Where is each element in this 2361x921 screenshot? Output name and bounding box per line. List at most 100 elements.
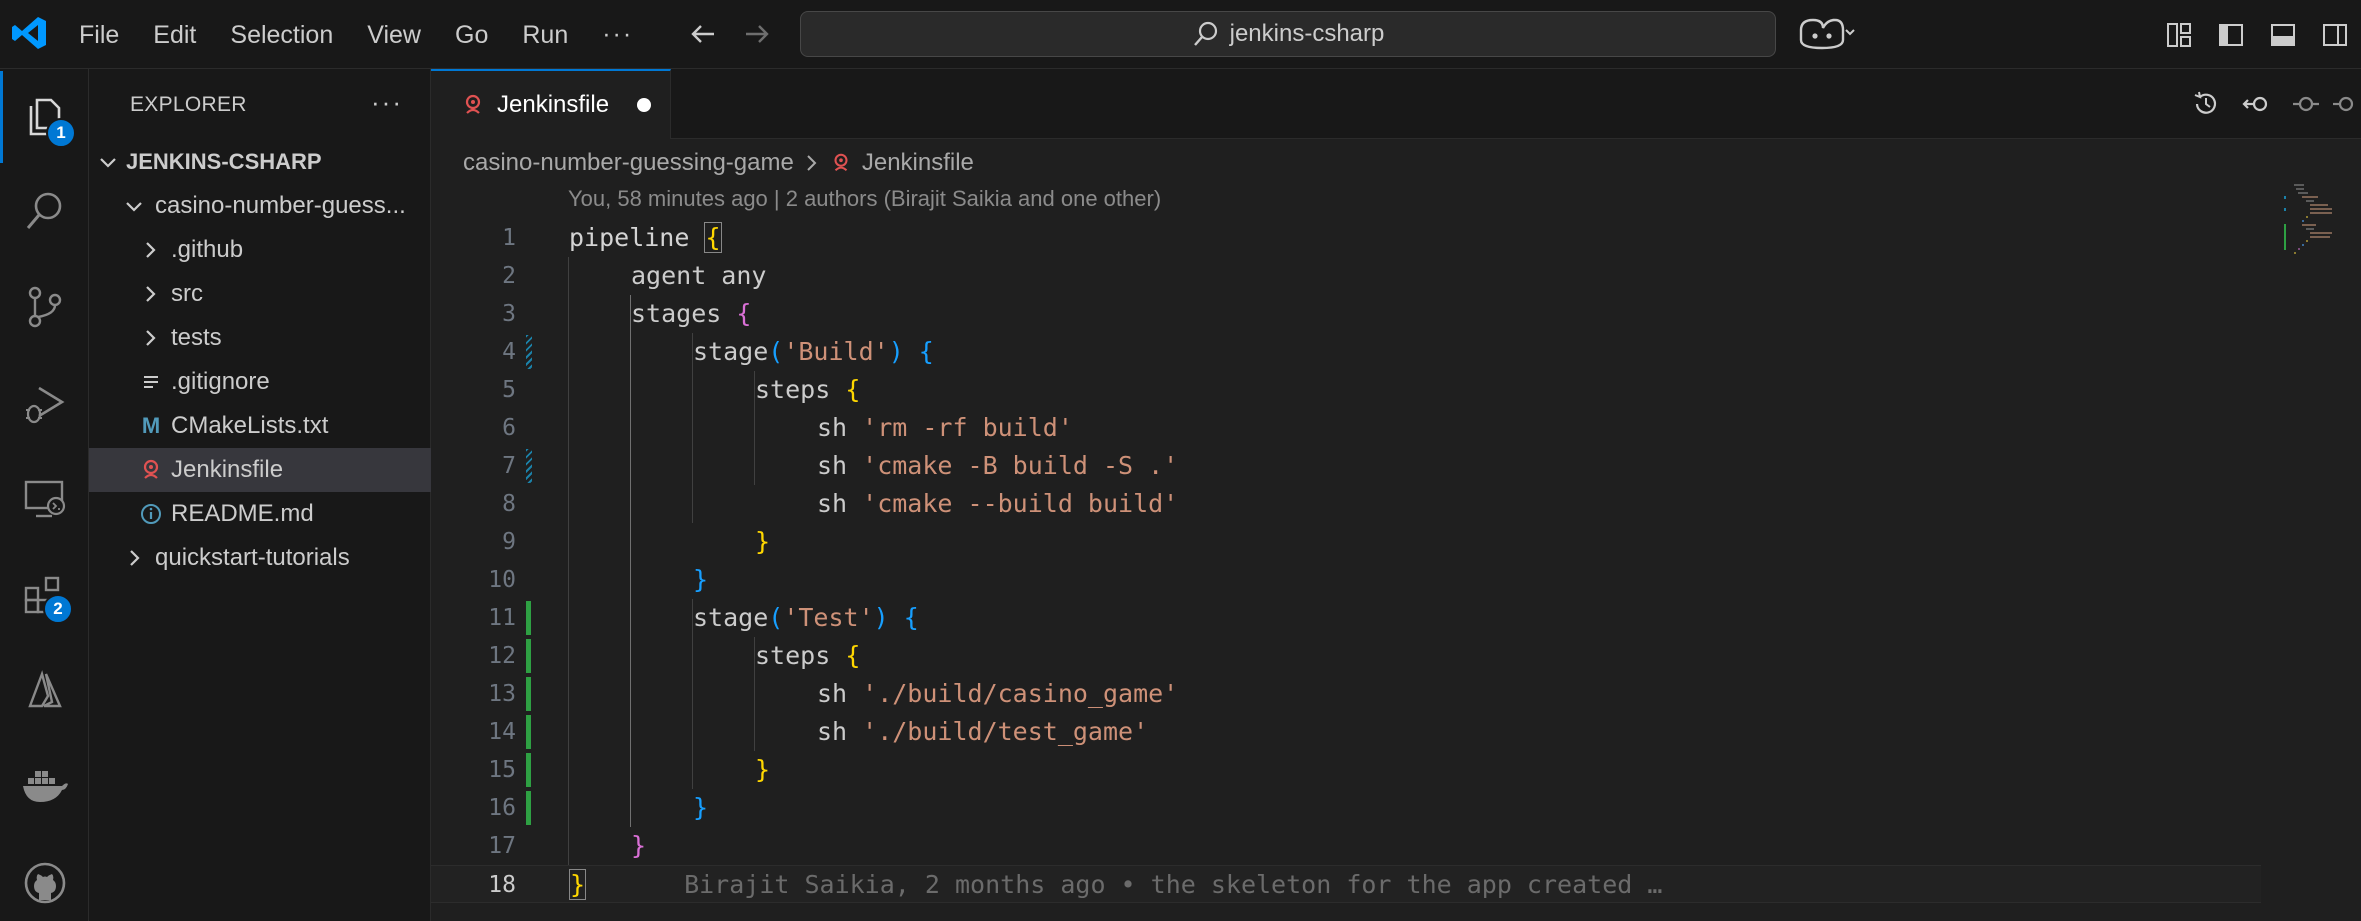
unsaved-dot-icon[interactable]: [637, 98, 652, 112]
menu-go[interactable]: Go: [438, 13, 505, 57]
explorer-sidebar: EXPLORER ··· JENKINS-CSHARP casino-numbe…: [89, 69, 431, 921]
tree-label: JENKINS-CSHARP: [126, 149, 322, 174]
run-debug-icon: [25, 386, 65, 424]
menu-edit[interactable]: Edit: [136, 13, 213, 57]
tree-item-src-folder[interactable]: src: [89, 272, 431, 316]
next-change-icon[interactable]: [2331, 79, 2361, 129]
git-added-marker[interactable]: [526, 791, 531, 825]
explorer-more-button[interactable]: ···: [371, 87, 403, 118]
git-modified-marker[interactable]: [526, 335, 532, 369]
search-icon: [1193, 21, 1217, 46]
toggle-panel-icon[interactable]: [2257, 9, 2309, 61]
code-line: 5 steps {: [431, 371, 2261, 409]
timeline-history-icon[interactable]: [2181, 79, 2231, 129]
docker-activity[interactable]: [0, 741, 89, 833]
github-activity[interactable]: [0, 837, 89, 921]
copilot-icon[interactable]: [1795, 16, 1855, 52]
extensions-activity[interactable]: 2: [0, 549, 89, 641]
code-token: steps: [755, 375, 846, 404]
previous-change-icon[interactable]: [2281, 79, 2331, 129]
chevron-down-icon: [126, 202, 142, 212]
git-added-marker[interactable]: [526, 601, 531, 635]
code-bracket: ): [873, 603, 889, 632]
tree-label: casino-number-guess...: [155, 192, 406, 219]
tree-item-github-folder[interactable]: .github: [89, 228, 431, 272]
code-line: 10 }: [431, 561, 2261, 599]
tree-item-casino-folder[interactable]: casino-number-guess...: [89, 184, 431, 228]
code-bracket: }: [693, 793, 709, 822]
menu-view[interactable]: View: [350, 13, 438, 57]
menu-file[interactable]: File: [62, 13, 136, 57]
breadcrumb-folder[interactable]: casino-number-guessing-game: [463, 149, 794, 177]
forward-arrow-icon[interactable]: [740, 17, 774, 51]
git-added-marker[interactable]: [526, 639, 531, 673]
toggle-secondary-sidebar-icon[interactable]: [2309, 9, 2361, 61]
tree-item-cmakelists[interactable]: M CMakeLists.txt: [89, 404, 431, 448]
git-blame-codelens[interactable]: You, 58 minutes ago | 2 authors (Birajit…: [568, 186, 1161, 212]
code-string: './build/test_game': [862, 717, 1149, 746]
docker-icon: [22, 771, 68, 802]
code-bracket: {: [704, 222, 722, 253]
tree-item-tests-folder[interactable]: tests: [89, 316, 431, 360]
azure-icon: [27, 670, 62, 708]
line-number: 4: [502, 339, 516, 365]
minimap[interactable]: [2280, 180, 2340, 270]
line-number: 17: [488, 833, 516, 859]
menu-bar: File Edit Selection View Go Run ···: [62, 0, 650, 69]
tab-label: Jenkinsfile: [497, 91, 610, 118]
azure-activity[interactable]: [0, 645, 89, 737]
code-bracket: }: [755, 755, 771, 784]
code-line: 9 }: [431, 523, 2261, 561]
git-added-marker[interactable]: [526, 715, 531, 749]
git-added-marker[interactable]: [526, 677, 531, 711]
tree-label: README.md: [171, 500, 314, 527]
git-modified-marker[interactable]: [526, 449, 532, 483]
code-token: stages: [631, 299, 737, 328]
tree-label: CMakeLists.txt: [171, 412, 329, 439]
code-token: sh: [817, 489, 863, 518]
chevron-right-icon: [146, 286, 156, 302]
tree-item-quickstart-folder[interactable]: quickstart-tutorials: [89, 536, 431, 580]
toggle-primary-sidebar-icon[interactable]: [2205, 9, 2257, 61]
line-number: 15: [488, 757, 516, 783]
line-number: 9: [502, 529, 516, 555]
tree-item-readme[interactable]: README.md: [89, 492, 431, 536]
line-number: 14: [488, 719, 516, 745]
customize-layout-icon[interactable]: [2153, 9, 2205, 61]
code-line: 4 stage('Build') {: [431, 333, 2261, 371]
menu-more-button[interactable]: ···: [585, 20, 650, 49]
tree-item-jenkinsfile[interactable]: Jenkinsfile: [89, 448, 431, 492]
tree-item-gitignore[interactable]: .gitignore: [89, 360, 431, 404]
line-number: 10: [488, 567, 516, 593]
code-string: 'cmake --build build': [862, 489, 1179, 518]
code-line: 13 sh './build/casino_game': [431, 675, 2261, 713]
tree-item-jenkins-csharp[interactable]: JENKINS-CSHARP: [89, 140, 431, 184]
line-number: 11: [488, 605, 516, 631]
command-center-search[interactable]: jenkins-csharp: [800, 11, 1776, 57]
explorer-activity[interactable]: 1: [0, 71, 89, 163]
code-bracket: }: [755, 527, 771, 556]
run-debug-activity[interactable]: [0, 357, 89, 449]
tree-label: src: [171, 280, 203, 307]
tree-label: .gitignore: [171, 368, 270, 395]
remote-explorer-icon: [24, 480, 65, 518]
open-changes-icon[interactable]: [2231, 79, 2281, 129]
code-editor[interactable]: 1 pipeline { 2 agent any 3 stages { 4 st…: [431, 219, 2261, 919]
vscode-logo-icon[interactable]: [10, 14, 48, 52]
remote-explorer-activity[interactable]: [0, 453, 89, 545]
line-number: 5: [502, 377, 516, 403]
inline-git-blame[interactable]: Birajit Saikia, 2 months ago • the skele…: [684, 870, 1662, 899]
tree-label: .github: [171, 236, 244, 263]
git-added-marker[interactable]: [526, 753, 531, 787]
tab-jenkinsfile[interactable]: Jenkinsfile: [431, 69, 671, 139]
jenkins-icon: [834, 153, 848, 172]
layout-controls: [2153, 0, 2361, 69]
search-activity[interactable]: [0, 165, 89, 257]
code-line: 12 steps {: [431, 637, 2261, 675]
source-control-activity[interactable]: [0, 261, 89, 353]
breadcrumb-file[interactable]: Jenkinsfile: [862, 149, 974, 177]
menu-selection[interactable]: Selection: [213, 13, 350, 57]
back-arrow-icon[interactable]: [686, 17, 720, 51]
search-icon: [26, 192, 61, 229]
menu-run[interactable]: Run: [505, 13, 585, 57]
